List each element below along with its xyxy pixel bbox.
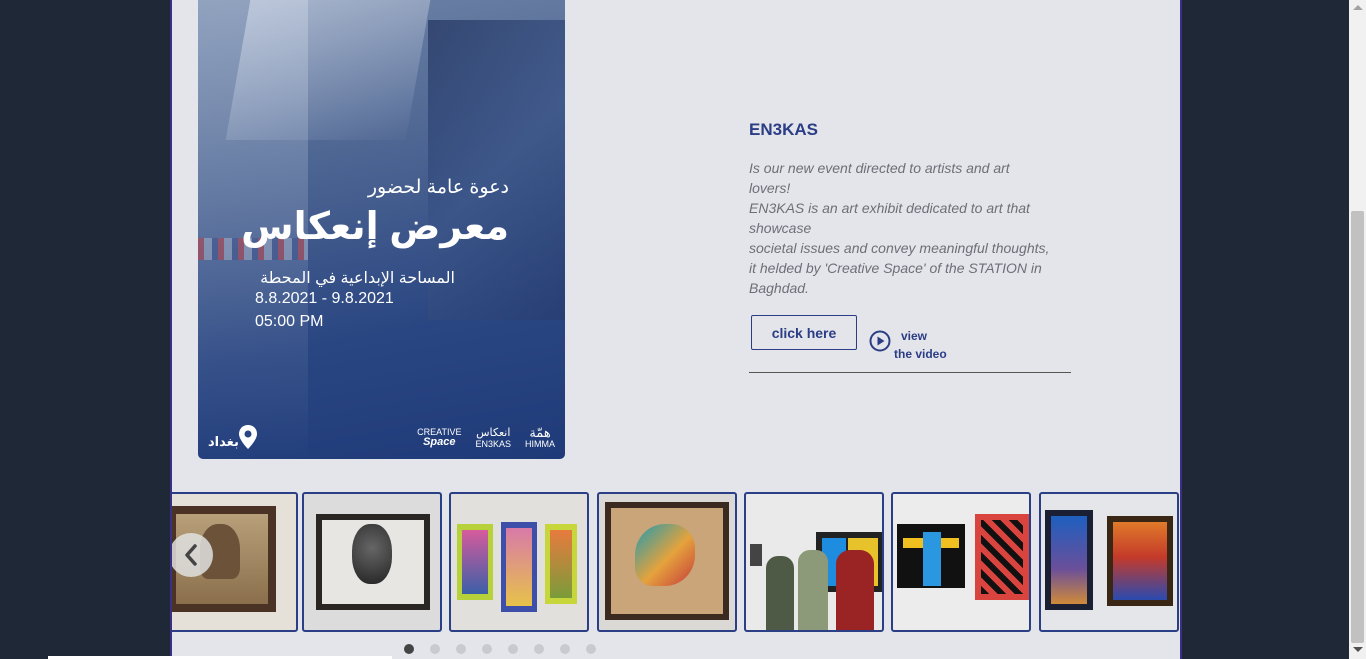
- carousel-prev-button[interactable]: [172, 533, 213, 577]
- gallery-thumbnail-1[interactable]: [172, 492, 298, 632]
- scrollbar-thumb[interactable]: [1351, 211, 1364, 643]
- carousel-pagination: [404, 644, 596, 654]
- gallery-thumbnail-3[interactable]: [449, 492, 589, 632]
- creative-space-logo: CREATIVE Space: [417, 427, 462, 449]
- description-line: societal issues and convey meaningful th…: [749, 240, 1050, 256]
- scroll-up-arrow-icon[interactable]: [1353, 5, 1363, 10]
- poster-title: معرض إنعكاس: [241, 206, 509, 248]
- description-line: lovers!: [749, 180, 791, 196]
- carousel-dot[interactable]: [586, 644, 596, 654]
- carousel-dot[interactable]: [404, 644, 414, 654]
- himma-logo: همّة HIMMA: [525, 424, 555, 449]
- poster-time: 05:00 PM: [255, 313, 324, 330]
- gallery-thumbnail-7[interactable]: [1039, 492, 1179, 632]
- description-line: Baghdad.: [749, 280, 809, 296]
- carousel-dot[interactable]: [482, 644, 492, 654]
- event-title: EN3KAS: [749, 120, 818, 139]
- content-panel: دعوة عامة لحضور معرض إنعكاس المساحة الإب…: [170, 0, 1182, 659]
- view-video-label-line1: view: [901, 329, 928, 343]
- scroll-down-arrow-icon[interactable]: [1353, 647, 1363, 652]
- poster-dates: 8.8.2021 - 9.8.2021: [255, 290, 394, 307]
- section-divider: [749, 372, 1071, 373]
- description-line: showcase: [749, 220, 812, 236]
- poster-invite-text: دعوة عامة لحضور: [367, 177, 509, 198]
- gallery-thumbnail-4[interactable]: [597, 492, 737, 632]
- gallery-thumbnail-6[interactable]: [891, 492, 1031, 632]
- event-actions: click here view the video: [749, 315, 1079, 361]
- event-info: EN3KAS Is our new event directed to arti…: [749, 120, 1079, 361]
- poster-venue: المساحة الإبداعية في المحطة: [260, 270, 455, 287]
- carousel-dot[interactable]: [456, 644, 466, 654]
- gallery-carousel: [172, 492, 1180, 632]
- location-pin-icon: [239, 425, 257, 449]
- carousel-dot[interactable]: [430, 644, 440, 654]
- view-video-link[interactable]: view the video: [869, 327, 947, 363]
- description-line: EN3KAS is an art exhibit dedicated to ar…: [749, 200, 1030, 216]
- gallery-thumbnail-2[interactable]: [302, 492, 442, 632]
- poster-gallery-ceiling: [225, 0, 431, 140]
- en3kas-logo: انعكاس EN3KAS: [475, 427, 511, 449]
- view-video-label-line2: the video: [894, 347, 947, 361]
- event-poster-image: دعوة عامة لحضور معرض إنعكاس المساحة الإب…: [198, 0, 565, 459]
- poster-sponsor-logos: CREATIVE Space انعكاس EN3KAS همّة HIMMA: [417, 426, 555, 449]
- poster-city: بغداد: [208, 434, 239, 449]
- gallery-thumbnail-5[interactable]: [744, 492, 884, 632]
- description-line: Is our new event directed to artists and…: [749, 160, 1010, 176]
- carousel-dot[interactable]: [508, 644, 518, 654]
- carousel-dot[interactable]: [560, 644, 570, 654]
- play-circle-icon: [869, 330, 891, 352]
- event-description: Is our new event directed to artists and…: [749, 158, 1079, 298]
- description-line: it helded by 'Creative Space' of the STA…: [749, 260, 1042, 276]
- chevron-left-icon: [185, 544, 197, 566]
- carousel-dot[interactable]: [534, 644, 544, 654]
- click-here-button[interactable]: click here: [751, 315, 857, 350]
